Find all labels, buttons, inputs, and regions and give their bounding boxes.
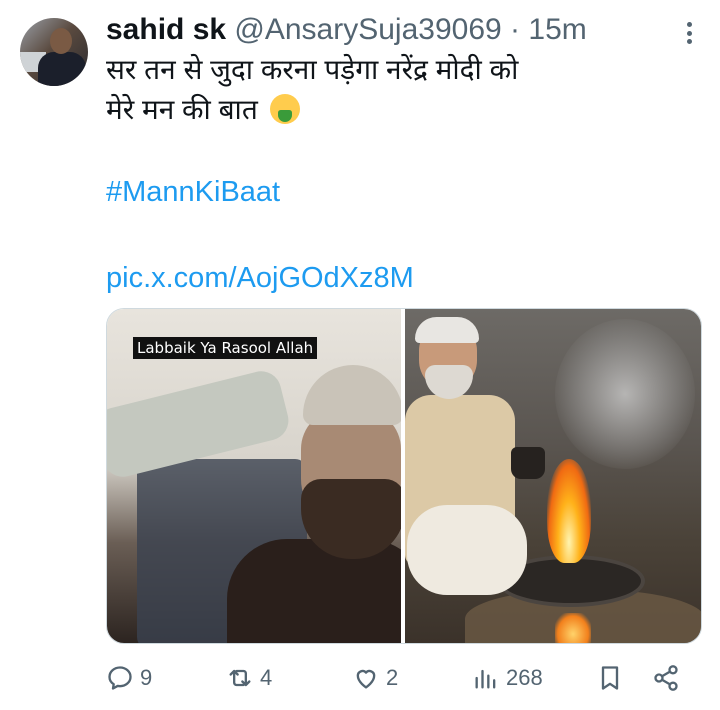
views-count: 268: [506, 665, 543, 690]
hashtag-link[interactable]: #MannKiBaat: [106, 172, 280, 212]
more-options-icon[interactable]: [684, 22, 694, 44]
image-detail: [407, 505, 527, 595]
image-detail: [555, 319, 695, 469]
image-detail: [415, 317, 479, 343]
share-button[interactable]: [652, 660, 680, 696]
media-image-left[interactable]: Labbaik Ya Rasool Allah: [107, 309, 401, 643]
views-chart-icon: [475, 669, 496, 689]
media-link[interactable]: pic.x.com/AojGOdXz8M: [106, 258, 414, 298]
tweet-text-line: सर तन से जुदा करना पड़ेगा नरेंद्र मोदी क…: [106, 54, 519, 85]
retweet-icon: [229, 669, 251, 687]
avatar-face: [50, 28, 72, 54]
bookmark-icon: [601, 666, 619, 690]
views-button[interactable]: 268: [472, 660, 543, 696]
reply-button[interactable]: 9: [106, 660, 152, 696]
heart-icon: [356, 669, 376, 689]
media-image-right[interactable]: [405, 309, 701, 643]
header-separator: ·: [510, 13, 521, 46]
image-detail: [547, 459, 591, 563]
author-handle[interactable]: @AnsarySuja39069: [234, 13, 501, 46]
tweet-text-line: मेरे मन की बात: [106, 94, 258, 125]
tweet-time[interactable]: 15m: [528, 13, 586, 46]
author-name[interactable]: sahid sk: [106, 13, 226, 46]
share-icon: [654, 665, 678, 691]
reply-count: 9: [140, 665, 153, 690]
tweet-header: sahid sk @AnsarySuja39069 · 15m: [106, 12, 660, 48]
image-detail: [303, 365, 401, 425]
media-grid[interactable]: Labbaik Ya Rasool Allah: [106, 308, 702, 644]
tweet-text-line-with-emoji: मेरे मन की बात: [106, 90, 666, 130]
image-caption-overlay: Labbaik Ya Rasool Allah: [133, 337, 318, 359]
image-detail: [555, 613, 591, 643]
author-avatar[interactable]: [20, 18, 88, 86]
retweet-button[interactable]: 4: [226, 660, 272, 696]
reply-icon: [108, 666, 132, 690]
image-detail: [425, 365, 473, 399]
like-button[interactable]: 2: [352, 660, 398, 696]
avatar-body: [38, 52, 86, 86]
like-count: 2: [386, 665, 399, 690]
tweet-text: सर तन से जुदा करना पड़ेगा नरेंद्र मोदी क…: [106, 50, 666, 130]
image-detail: [511, 447, 545, 479]
bookmark-button[interactable]: [596, 660, 624, 696]
nauseated-face-emoji-icon: [269, 94, 300, 124]
retweet-count: 4: [260, 665, 273, 690]
tweet-actions-bar: 9 4 2 268: [106, 660, 686, 696]
